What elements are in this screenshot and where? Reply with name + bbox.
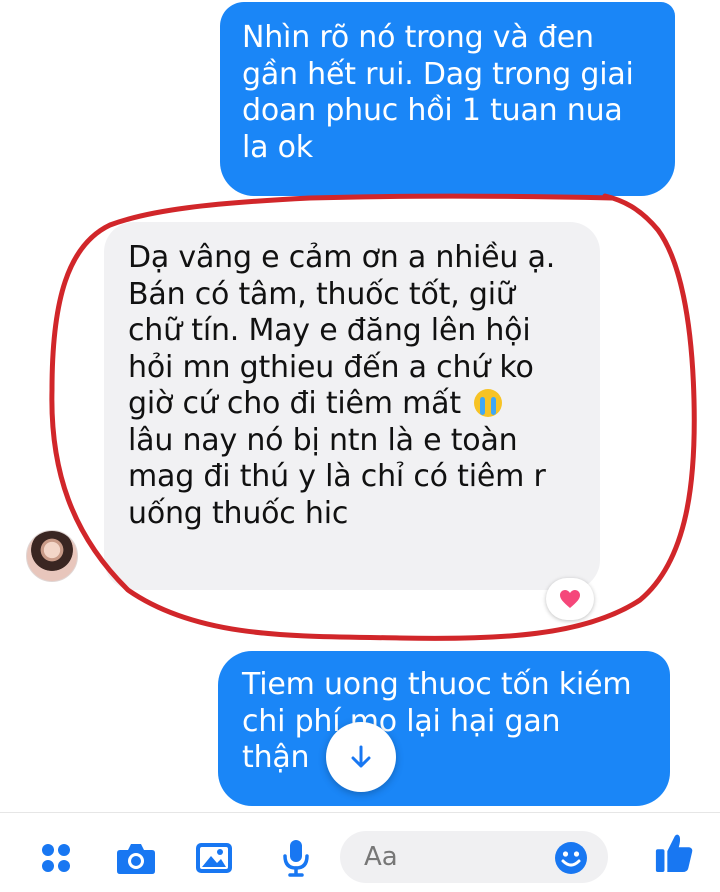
microphone-button[interactable] — [276, 838, 316, 878]
menu-dots-button[interactable] — [36, 838, 76, 878]
image-icon — [196, 843, 232, 873]
outgoing-message[interactable]: Nhìn rõ nó trong và đen gần hết rui. Dag… — [220, 2, 675, 196]
camera-button[interactable] — [116, 838, 156, 878]
crying-face-icon — [474, 389, 503, 417]
message-composer: Aa — [0, 812, 720, 892]
camera-icon — [117, 844, 155, 874]
scroll-to-bottom-button[interactable] — [326, 722, 396, 792]
incoming-message[interactable]: Dạ vâng e cảm ơn a nhiều ạ. Bán có tâm, … — [104, 222, 600, 590]
outgoing-message[interactable]: Tiem uong thuoc tốn kiém chi phí mo lại … — [218, 651, 670, 806]
heart-icon — [560, 590, 580, 608]
thumbs-up-icon — [655, 834, 693, 873]
emoji-icon[interactable] — [554, 841, 588, 875]
arrow-down-icon — [351, 745, 371, 768]
avatar[interactable] — [26, 530, 78, 582]
thumbs-up-button[interactable] — [654, 833, 694, 873]
image-button[interactable] — [194, 838, 234, 878]
microphone-icon — [283, 840, 309, 877]
menu-dots-icon — [42, 844, 70, 872]
heart-reaction[interactable] — [546, 578, 594, 620]
message-text-part: lâu nay nó bị ntn là e toàn mag đi thú y… — [128, 422, 546, 531]
